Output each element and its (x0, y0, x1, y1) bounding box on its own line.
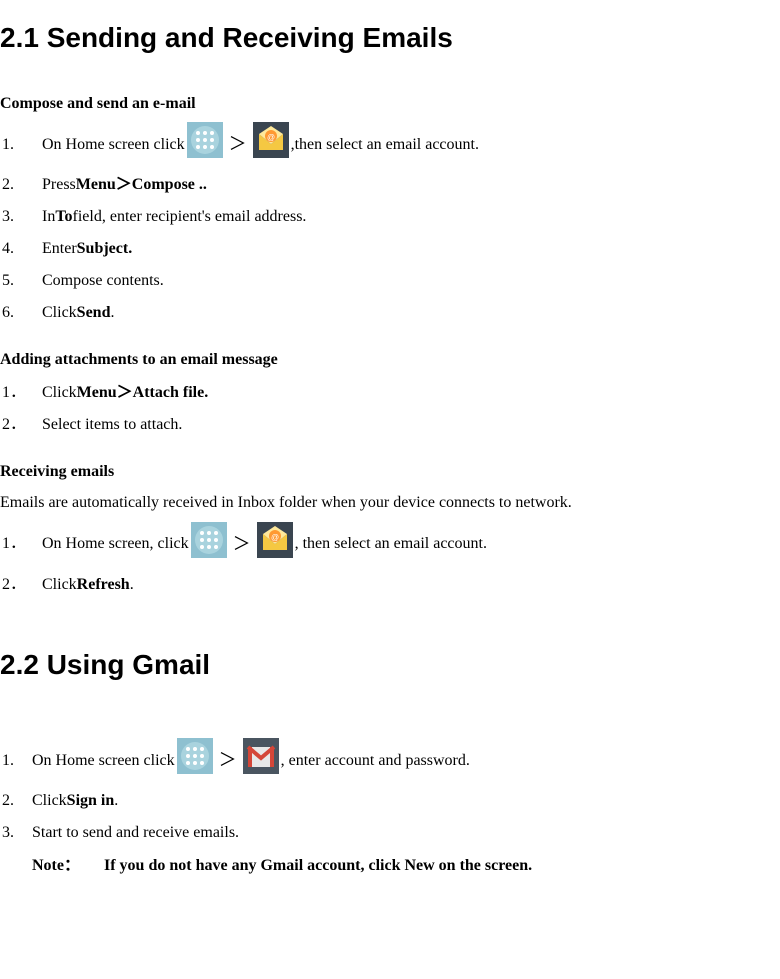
note-row: Note： If you do not have any Gmail accou… (32, 853, 780, 879)
step-text: . (130, 572, 134, 598)
step-number: 5. (0, 268, 42, 294)
step-text: Click (42, 572, 77, 598)
gmail-steps: 1. On Home screen click ＞ (0, 738, 780, 847)
step-bold: Subject. (77, 236, 133, 262)
arrow-icon: ＞ (219, 746, 237, 775)
step-number: 2. (0, 172, 42, 198)
email-app-icon: @ (253, 122, 289, 167)
step-number: 1． (0, 380, 42, 406)
attachments-heading: Adding attachments to an email message (0, 347, 780, 373)
step-text: Enter (42, 236, 77, 262)
attachments-steps: 1． Click Menu＞Attach file. 2． Select ite… (0, 379, 780, 439)
step-text: ,then select an email account. (291, 132, 479, 158)
list-item: 1． On Home screen, click ＞ (0, 522, 780, 567)
note-text: If you do not have any Gmail account, cl… (104, 853, 532, 879)
step-number: 1. (0, 132, 42, 158)
list-item: 1． Click Menu＞Attach file. (0, 379, 780, 407)
step-bold: Menu＞Attach file. (77, 380, 209, 406)
step-number: 6. (0, 300, 42, 326)
list-item: 4. Enter Subject. (0, 235, 780, 263)
step-bold: Menu＞Compose .. (76, 172, 207, 198)
compose-steps: 1. On Home screen click ＞ (0, 122, 780, 327)
step-number: 2． (0, 412, 42, 438)
step-number: 3. (0, 820, 32, 846)
step-number: 3. (0, 204, 42, 230)
list-item: 2． Select items to attach. (0, 411, 780, 439)
step-text: , then select an email account. (295, 531, 487, 557)
step-text: On Home screen click (32, 748, 175, 774)
arrow-icon: ＞ (229, 130, 247, 159)
step-number: 1. (0, 748, 32, 774)
step-text: On Home screen, click (42, 531, 189, 557)
list-item: 3. In To field, enter recipient's email … (0, 203, 780, 231)
list-item: 2． Click Refresh . (0, 570, 780, 598)
step-text: field, enter recipient's email address. (73, 204, 307, 230)
step-text: . (110, 300, 114, 326)
receiving-desc: Emails are automatically received in Inb… (0, 490, 780, 516)
receiving-steps: 1． On Home screen, click ＞ (0, 522, 780, 599)
receiving-heading: Receiving emails (0, 459, 780, 485)
step-number: 4. (0, 236, 42, 262)
step-text: Select items to attach. (42, 412, 182, 438)
step-text: In (42, 204, 55, 230)
list-item: 2. Press Menu＞Compose .. (0, 171, 780, 199)
apps-grid-icon (187, 122, 223, 167)
section-21-title: 2.1 Sending and Receiving Emails (0, 16, 780, 61)
gmail-app-icon (243, 738, 279, 783)
step-bold: To (55, 204, 72, 230)
compose-heading: Compose and send an e-mail (0, 91, 780, 117)
step-text: Start to send and receive emails. (32, 820, 239, 846)
step-number: 2. (0, 788, 32, 814)
step-number: 2． (0, 572, 42, 598)
step-text: Press (42, 172, 76, 198)
step-bold: Refresh (77, 572, 130, 598)
step-text: Click (42, 380, 77, 406)
list-item: 1. On Home screen click ＞ (0, 122, 780, 167)
step-number: 1． (0, 531, 42, 557)
apps-grid-icon (177, 738, 213, 783)
step-text: Click (32, 788, 67, 814)
section-22-title: 2.2 Using Gmail (0, 643, 780, 688)
svg-text:@: @ (267, 133, 275, 142)
step-text: Click (42, 300, 77, 326)
step-bold: Send (77, 300, 111, 326)
list-item: 3. Start to send and receive emails. (0, 819, 780, 847)
list-item: 6. Click Send . (0, 299, 780, 327)
list-item: 2. Click Sign in . (0, 787, 780, 815)
step-text: On Home screen click (42, 132, 185, 158)
arrow-icon: ＞ (233, 530, 251, 559)
svg-text:@: @ (271, 533, 279, 542)
step-text: , enter account and password. (281, 748, 470, 774)
step-text: . (114, 788, 118, 814)
list-item: 5. Compose contents. (0, 267, 780, 295)
list-item: 1. On Home screen click ＞ (0, 738, 780, 783)
email-app-icon: @ (257, 522, 293, 567)
note-label: Note： (32, 853, 80, 879)
step-text: Compose contents. (42, 268, 164, 294)
apps-grid-icon (191, 522, 227, 567)
step-bold: Sign in (67, 788, 115, 814)
